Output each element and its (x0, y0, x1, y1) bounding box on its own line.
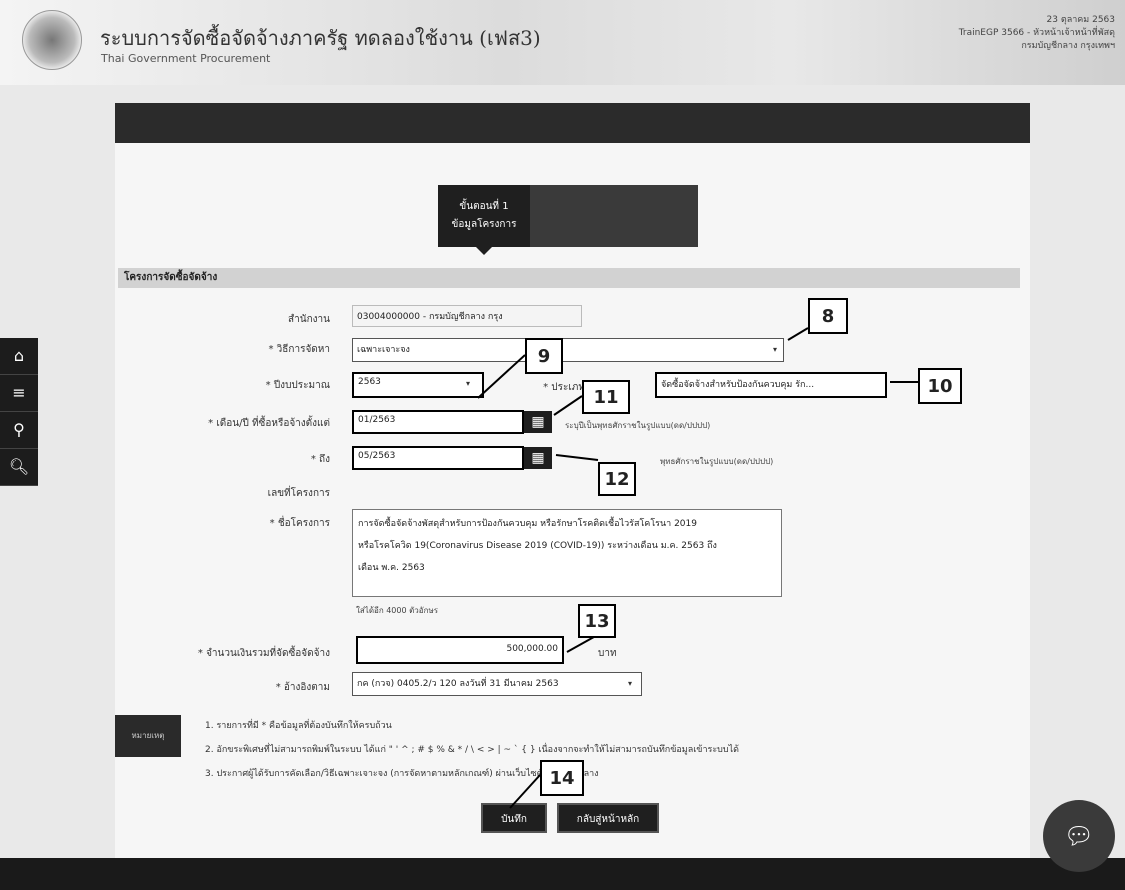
page-footer (0, 858, 1125, 890)
callout-pointers (477, 327, 918, 809)
callout-8-pointer (787, 327, 809, 341)
callout-12-pointer (555, 454, 599, 461)
callout-9-pointer (477, 354, 526, 399)
callout-10: 10 (918, 368, 962, 404)
chat-bubble-icon[interactable]: 💬︎ (1043, 800, 1115, 872)
callout-11-pointer (553, 395, 583, 416)
callout-14: 14 (540, 760, 584, 796)
callout-11: 11 (582, 380, 630, 414)
callout-9: 9 (525, 338, 563, 374)
callout-13: 13 (578, 604, 616, 638)
callout-12: 12 (598, 462, 636, 496)
callout-14-pointer (509, 774, 541, 809)
callout-8: 8 (808, 298, 848, 334)
